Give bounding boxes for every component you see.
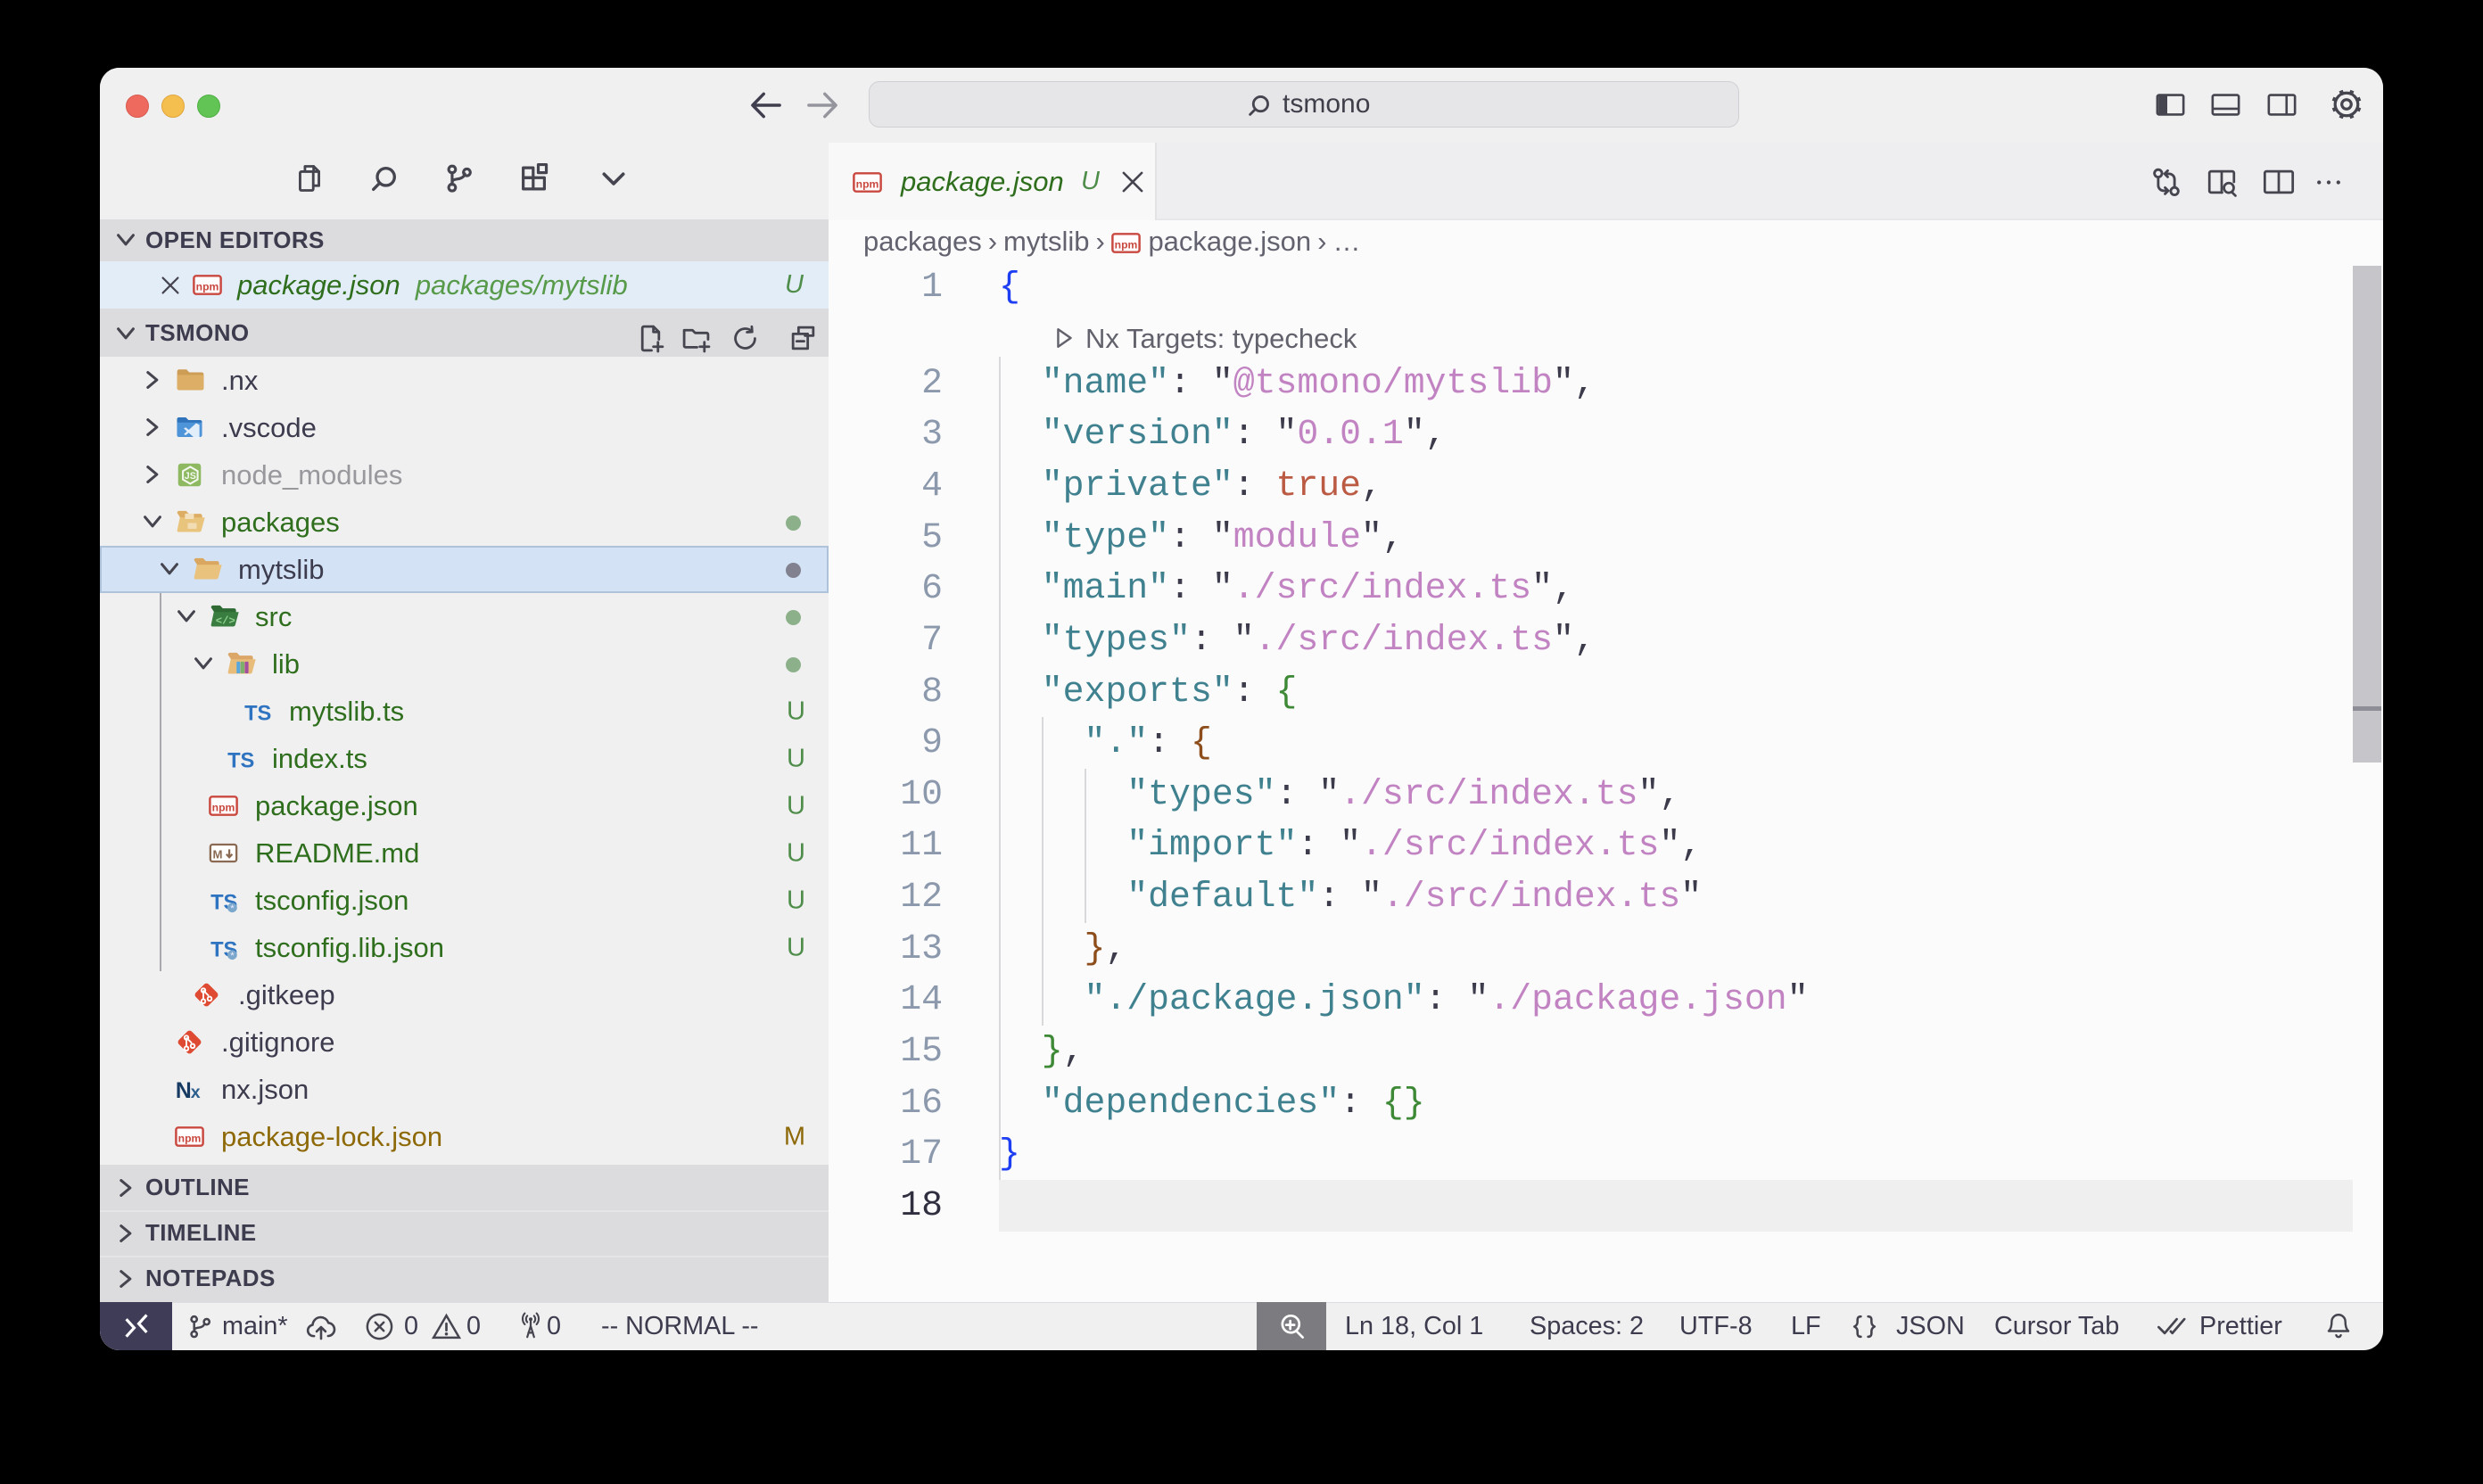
svg-text:*: *: [230, 951, 235, 961]
svg-text:TS: TS: [227, 749, 254, 772]
svg-text:npm: npm: [212, 801, 235, 813]
svg-text:npm: npm: [178, 1132, 202, 1144]
svg-text:TS: TS: [244, 702, 271, 725]
svg-text:npm: npm: [856, 177, 879, 190]
svg-text:</>: </>: [216, 614, 235, 627]
svg-text:x: x: [191, 1083, 201, 1102]
svg-text:*: *: [230, 903, 235, 914]
svg-text:M: M: [213, 847, 223, 861]
svg-text:N: N: [176, 1079, 192, 1103]
svg-text:JS: JS: [185, 471, 196, 482]
svg-text:npm: npm: [1115, 238, 1138, 251]
